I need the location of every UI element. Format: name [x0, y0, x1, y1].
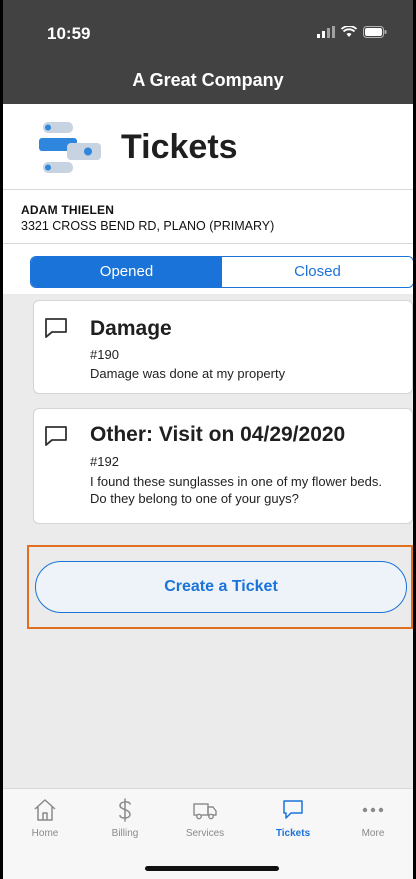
tab-label: Tickets [275, 828, 311, 839]
segment-closed[interactable]: Closed [222, 257, 413, 287]
tab-more[interactable]: More [335, 797, 411, 839]
status-bar: 10:59 [3, 0, 413, 58]
ticket-number: #192 [90, 454, 119, 469]
home-indicator[interactable] [145, 866, 279, 871]
segment-opened[interactable]: Opened [31, 257, 222, 287]
ticket-description: Damage was done at my property [90, 366, 286, 381]
tab-tickets[interactable]: Tickets [255, 797, 331, 839]
ticket-number: #190 [90, 347, 119, 362]
ticket-status-segmented-control: Opened Closed [30, 256, 413, 288]
chat-bubble-icon [283, 800, 303, 819]
status-time: 10:59 [47, 24, 91, 43]
company-title: A Great Company [132, 70, 284, 90]
tab-label: More [361, 828, 385, 839]
chat-bubble-icon [45, 426, 67, 446]
customer-info: ADAM THIELEN 3321 CROSS BEND RD, PLANO (… [3, 190, 413, 244]
tickets-chat-icon [39, 122, 101, 173]
page-title: Tickets [121, 128, 238, 166]
battery-icon [363, 26, 387, 38]
segment-area: Opened Closed [3, 244, 413, 294]
home-icon [34, 799, 56, 821]
tab-home[interactable]: Home [7, 797, 83, 839]
ticket-card[interactable]: Other: Visit on 04/29/2020 #192 I found … [33, 408, 413, 524]
dollar-icon [119, 798, 131, 822]
phone-screen: 10:59 A Great Company Tickets ADAM THIEL… [3, 0, 413, 879]
tab-label: Billing [111, 828, 139, 839]
ticket-card[interactable]: Damage #190 Damage was done at my proper… [33, 300, 413, 394]
wifi-icon [341, 26, 357, 37]
status-icons [317, 26, 387, 38]
signal-icon [317, 26, 335, 38]
tab-services[interactable]: Services [167, 797, 243, 839]
create-ticket-button[interactable]: Create a Ticket [35, 561, 407, 613]
page-header: Tickets [3, 104, 413, 190]
tab-billing[interactable]: Billing [87, 797, 163, 839]
customer-name: ADAM THIELEN [21, 203, 115, 217]
customer-address: 3321 CROSS BEND RD, PLANO (PRIMARY) [21, 219, 275, 233]
chat-bubble-icon [45, 318, 67, 338]
navigation-bar: A Great Company [3, 58, 413, 104]
ticket-description: I found these sunglasses in one of my fl… [90, 474, 382, 506]
ticket-title: Other: Visit on 04/29/2020 [90, 423, 346, 446]
tab-label: Services [185, 828, 225, 839]
ticket-title: Damage [90, 317, 172, 340]
more-dots-icon [362, 807, 384, 813]
tab-label: Home [31, 828, 59, 839]
truck-icon [193, 803, 217, 820]
